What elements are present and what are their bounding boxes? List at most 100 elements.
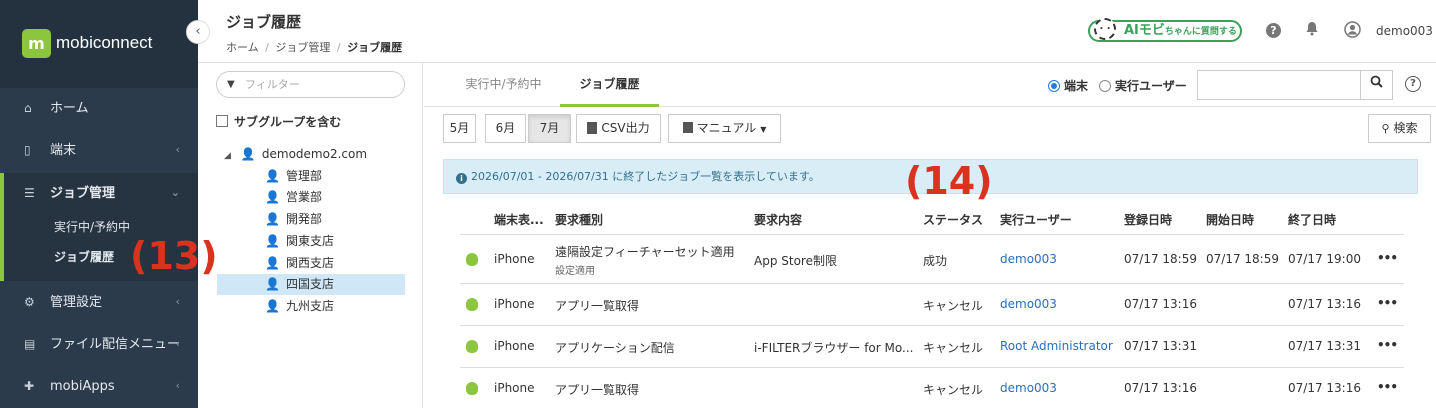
help-icon[interactable]: ? (1266, 23, 1281, 38)
sidebar-collapse-button[interactable]: ‹ (186, 20, 210, 44)
tree-item-label: 九州支店 (285, 299, 334, 313)
column-header-type[interactable]: 要求種別 (555, 211, 603, 228)
tab-bar: 実行中/予約中 ジョブ履歴 端末 実行ユーザー ? (424, 63, 1436, 107)
breadcrumb-current: ジョブ履歴 (347, 41, 403, 54)
search-filter-label: 検索 (1393, 121, 1418, 135)
group-icon: 👤 (265, 169, 280, 183)
tree-item[interactable]: 👤 九州支店 (217, 296, 405, 317)
group-icon: 👤 (265, 234, 280, 248)
chevron-left-icon: ‹ (175, 379, 180, 392)
file-icon: ▤ (24, 337, 36, 351)
tree-item[interactable]: 👤 関東支店 (217, 231, 405, 252)
tree-item-selected[interactable]: 👤 四国支店 (217, 274, 405, 295)
tree-root-label: demodemo2.com (261, 147, 368, 161)
tree-item[interactable]: 👤 関西支店 (217, 253, 405, 274)
user-avatar-icon[interactable] (1343, 21, 1361, 39)
page-title: ジョブ履歴 (226, 13, 302, 31)
radio-device[interactable]: 端末 (1048, 77, 1088, 94)
group-icon: 👤 (265, 277, 280, 291)
cell-user-link[interactable]: Root Administrator (1000, 339, 1113, 353)
cell-type: アプリ一覧取得 (555, 299, 640, 313)
cell-status: キャンセル (923, 341, 984, 355)
column-header-content[interactable]: 要求内容 (754, 211, 802, 228)
radio-checked-icon (1048, 80, 1060, 92)
search-filter-button[interactable]: ⚲ 検索 (1368, 114, 1431, 143)
sidebar-item-job[interactable]: ☰ ジョブ管理 ⌄ (0, 173, 198, 213)
ai-button-sublabel: ちゃんに質問する (1164, 27, 1237, 37)
sidebar-item-home[interactable]: ⌂ ホーム (0, 88, 198, 128)
cell-type: アプリ一覧取得 (555, 383, 640, 397)
sidebar-item-device[interactable]: ▯ 端末 ‹ (0, 130, 198, 170)
apple-icon (466, 340, 478, 353)
more-actions-icon[interactable]: ••• (1377, 251, 1398, 265)
tree-item[interactable]: 👤 管理部 (217, 166, 405, 187)
sidebar-item-settings[interactable]: ⚙ 管理設定 ‹ (0, 282, 198, 322)
month-button-june[interactable]: 6月 (485, 114, 526, 143)
cell-device: iPhone (494, 297, 535, 311)
cell-device: iPhone (494, 339, 535, 353)
cell-started: 07/17 18:59 (1206, 252, 1279, 266)
cell-registered: 07/17 13:16 (1124, 297, 1197, 311)
divider (460, 325, 1404, 326)
tab-history[interactable]: ジョブ履歴 (560, 63, 659, 107)
column-header-status[interactable]: ステータス (923, 211, 983, 228)
cell-ended: 07/17 19:00 (1288, 252, 1361, 266)
gear-icon: ⚙ (24, 295, 35, 309)
ai-button-label: AIモビ (1124, 23, 1165, 38)
cell-user-link[interactable]: demo003 (1000, 381, 1057, 395)
group-icon: 👤 (265, 212, 280, 226)
cell-content: App Store制限 (754, 254, 837, 268)
ai-assistant-button[interactable]: . . AIモビちゃんに質問する (1088, 18, 1242, 42)
brand[interactable]: m mobiconnect (0, 0, 198, 88)
info-text: 2026/07/01 - 2026/07/31 に終了したジョブ一覧を表示してい… (471, 170, 820, 183)
column-header-device[interactable]: 端末表... (494, 211, 544, 228)
tree-item[interactable]: 👤 開発部 (217, 209, 405, 230)
checkbox-icon (216, 115, 228, 127)
group-icon: 👤 (265, 299, 280, 313)
tree-root[interactable]: ◢ 👤 demodemo2.com (224, 147, 367, 161)
month-button-july[interactable]: 7月 (528, 114, 571, 143)
user-name[interactable]: demo003 (1376, 24, 1433, 38)
filter-input[interactable]: ▼ フィルター (216, 71, 405, 98)
more-actions-icon[interactable]: ••• (1377, 338, 1398, 352)
book-icon (682, 122, 693, 133)
column-header-registered[interactable]: 登録日時 (1124, 211, 1172, 228)
help-icon[interactable]: ? (1405, 76, 1421, 92)
chevron-left-icon: ‹ (175, 143, 180, 156)
cell-user-link[interactable]: demo003 (1000, 252, 1057, 266)
chat-bubble-icon: . . (1094, 18, 1116, 40)
column-header-started[interactable]: 開始日時 (1206, 211, 1254, 228)
info-icon: i (456, 173, 467, 184)
breadcrumb-home[interactable]: ホーム (226, 41, 259, 54)
filter-placeholder: フィルター (245, 78, 300, 91)
sidebar-item-label: 管理設定 (50, 295, 103, 310)
tree-item-label: 四国支店 (285, 277, 334, 291)
more-actions-icon[interactable]: ••• (1377, 296, 1398, 310)
bell-icon[interactable] (1303, 21, 1321, 39)
cell-type-sub: 設定適用 (555, 266, 595, 277)
more-actions-icon[interactable]: ••• (1377, 380, 1398, 394)
cell-device: iPhone (494, 252, 535, 266)
column-header-ended[interactable]: 終了日時 (1288, 211, 1336, 228)
home-icon: ⌂ (24, 101, 32, 115)
radio-unchecked-icon (1099, 80, 1111, 92)
tab-running[interactable]: 実行中/予約中 (452, 63, 555, 107)
search-input[interactable] (1197, 70, 1360, 100)
include-subgroups-checkbox[interactable]: サブグループを含む (216, 113, 341, 130)
manual-dropdown-button[interactable]: マニュアル ▼ (668, 114, 781, 143)
breadcrumb-job-management[interactable]: ジョブ管理 (275, 41, 330, 54)
search-button[interactable] (1360, 70, 1393, 100)
radio-user[interactable]: 実行ユーザー (1099, 77, 1187, 94)
sidebar-item-mobiapps[interactable]: ✚ mobiApps ‹ (0, 366, 198, 406)
sidebar-item-file[interactable]: ▤ ファイル配信メニュー ‹ (0, 324, 198, 364)
sidebar-item-label: 端末 (50, 143, 77, 158)
group-icon: 👤 (265, 256, 280, 270)
breadcrumb: ホーム / ジョブ管理 / ジョブ履歴 (226, 39, 402, 55)
month-button-may[interactable]: 5月 (443, 114, 476, 143)
column-header-user[interactable]: 実行ユーザー (1000, 211, 1072, 228)
csv-export-button[interactable]: CSV出力 (576, 114, 661, 143)
job-icon: ☰ (24, 186, 35, 200)
cell-user-link[interactable]: demo003 (1000, 297, 1057, 311)
cell-ended: 07/17 13:16 (1288, 381, 1361, 395)
tree-item[interactable]: 👤 営業部 (217, 187, 405, 208)
